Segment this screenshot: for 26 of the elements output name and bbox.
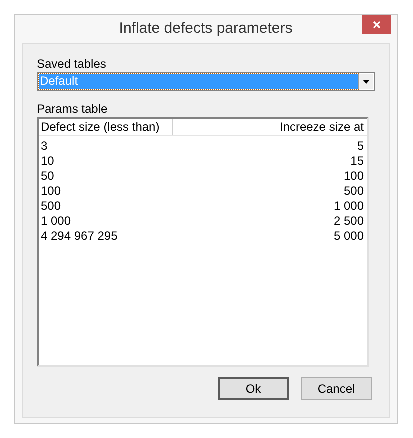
column-header[interactable]: Defect size (less than) [39,119,173,135]
table-cell-text: 50 [40,169,56,184]
dropdown-value: Default [39,74,358,89]
table-cell-text: 5 000 [332,229,365,244]
close-button[interactable] [362,15,391,34]
dialog-button[interactable]: Ok [218,377,289,400]
window-title: Inflate defects parameters [119,18,293,39]
table-cell-text: 15 [350,154,365,169]
table-cell-text: 2 500 [332,214,365,229]
dropdown-arrow-button[interactable] [358,74,373,89]
caret-icon [362,80,370,84]
table-cell-text: 1 000 [40,214,72,229]
column-header[interactable]: Increeze size at [173,119,367,135]
table-cell-text: 4 294 967 295 [40,229,119,244]
table-cell-text: 1 000 [332,199,365,214]
table-cell-text: 10 [40,154,56,169]
table-cell-text: 500 [342,184,365,199]
table-cell-text: 5 [356,139,365,154]
field-label: Saved tables [37,56,108,72]
field-label: Params table [37,101,109,117]
table-cell-text: 3 [40,139,49,154]
table-cell-text: 500 [40,199,62,214]
table-cell-text: 100 [342,169,365,184]
close-icon [372,20,380,28]
dialog-button[interactable]: Cancel [301,377,372,400]
table-cell-text: 100 [40,184,62,199]
